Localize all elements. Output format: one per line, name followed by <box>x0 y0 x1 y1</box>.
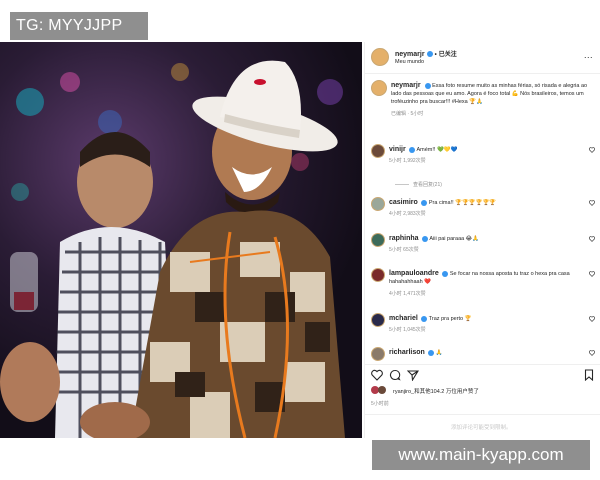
like-icon[interactable] <box>371 369 383 381</box>
watermark-tag: TG: MYYJJPP <box>10 12 148 40</box>
comment-avatar[interactable] <box>371 268 385 282</box>
caption-time: 已编辑 · 5小时 <box>391 111 424 117</box>
verified-icon <box>424 82 431 89</box>
heart-icon[interactable] <box>589 350 595 356</box>
comment-text: Traz pra perto 🏆 <box>428 316 472 322</box>
comment-meta: 5小时 1,992次赞 <box>389 158 426 164</box>
comment-text: 🙏 <box>435 350 443 356</box>
comment-username[interactable]: richarlison <box>389 349 425 356</box>
save-icon[interactable] <box>583 369 595 381</box>
author-username[interactable]: neymarjr • 已关注 <box>395 49 457 58</box>
liker-avatar[interactable] <box>378 386 386 394</box>
comment-username[interactable]: vinijr <box>389 146 406 153</box>
following-button[interactable]: 已关注 <box>439 52 457 58</box>
post-header: neymarjr • 已关注 Meu mundo ... <box>365 42 600 74</box>
site-watermark: www.main-kyapp.com <box>372 440 590 470</box>
comment-icon[interactable] <box>389 369 401 381</box>
author-username-text[interactable]: neymarjr <box>395 51 425 58</box>
verified-icon <box>421 199 428 206</box>
verified-icon <box>426 51 433 58</box>
separator-dot: • <box>434 52 437 58</box>
view-replies-button[interactable]: 查看回复(21) <box>395 181 442 188</box>
comment-avatar[interactable] <box>371 347 385 361</box>
verified-icon <box>421 315 428 322</box>
comment-username[interactable]: mchariel <box>389 315 418 322</box>
comment-text: Pra cima!! 🏆🏆🏆🏆🏆🏆 <box>428 200 497 206</box>
verified-icon <box>428 349 435 356</box>
comment-meta: 4小时 2,983次赞 <box>389 211 426 217</box>
comment-avatar[interactable] <box>371 313 385 327</box>
comment-username[interactable]: lampauloandre <box>389 270 439 277</box>
verified-icon <box>422 235 429 242</box>
author-avatar[interactable] <box>371 48 389 66</box>
comment-username[interactable]: casimiro <box>389 199 418 206</box>
comment-avatar[interactable] <box>371 197 385 211</box>
comment-text: Aiii pai paraaa 😂🙏 <box>429 236 479 242</box>
post-location[interactable]: Meu mundo <box>395 59 424 65</box>
action-bar <box>365 364 600 382</box>
post-time: 5小时前 <box>371 401 389 407</box>
likes-text[interactable]: ryanjiro_和其他104.2 万位用户赞了 <box>393 387 479 395</box>
heart-icon[interactable] <box>589 271 595 277</box>
share-icon[interactable] <box>407 369 419 381</box>
comment-meta: 4小时 1,471次赞 <box>389 291 426 297</box>
likes-summary: ryanjiro_和其他104.2 万位用户赞了 <box>371 386 597 398</box>
comment-username[interactable]: raphinha <box>389 235 419 242</box>
verified-icon <box>409 146 416 153</box>
caption-avatar[interactable] <box>371 80 387 96</box>
comment-meta: 5小时 65次赞 <box>389 247 419 253</box>
post-photo <box>0 42 362 438</box>
post-panel: neymarjr • 已关注 Meu mundo ... neymarjr Essa… <box>364 42 600 438</box>
more-options-icon[interactable]: ... <box>584 50 593 60</box>
comment-avatar[interactable] <box>371 233 385 247</box>
comment-text: Amém!! 💚💛💙 <box>416 147 458 153</box>
heart-icon[interactable] <box>589 147 595 153</box>
heart-icon[interactable] <box>589 236 595 242</box>
screenshot: TG: MYYJJPP neymarjr • 已关注 Meu mundo ... n… <box>0 0 600 480</box>
verified-icon <box>442 270 449 277</box>
photo-illustration <box>0 60 345 438</box>
add-comment-placeholder[interactable]: 添加评论可能受到限制。 <box>451 423 512 431</box>
heart-icon[interactable] <box>589 200 595 206</box>
comment-meta: 5小时 1,045次赞 <box>389 327 426 333</box>
add-comment-bar: 添加评论可能受到限制。 <box>365 414 600 438</box>
heart-icon[interactable] <box>589 316 595 322</box>
caption-username[interactable]: neymarjr <box>391 82 421 89</box>
comment-avatar[interactable] <box>371 144 385 158</box>
